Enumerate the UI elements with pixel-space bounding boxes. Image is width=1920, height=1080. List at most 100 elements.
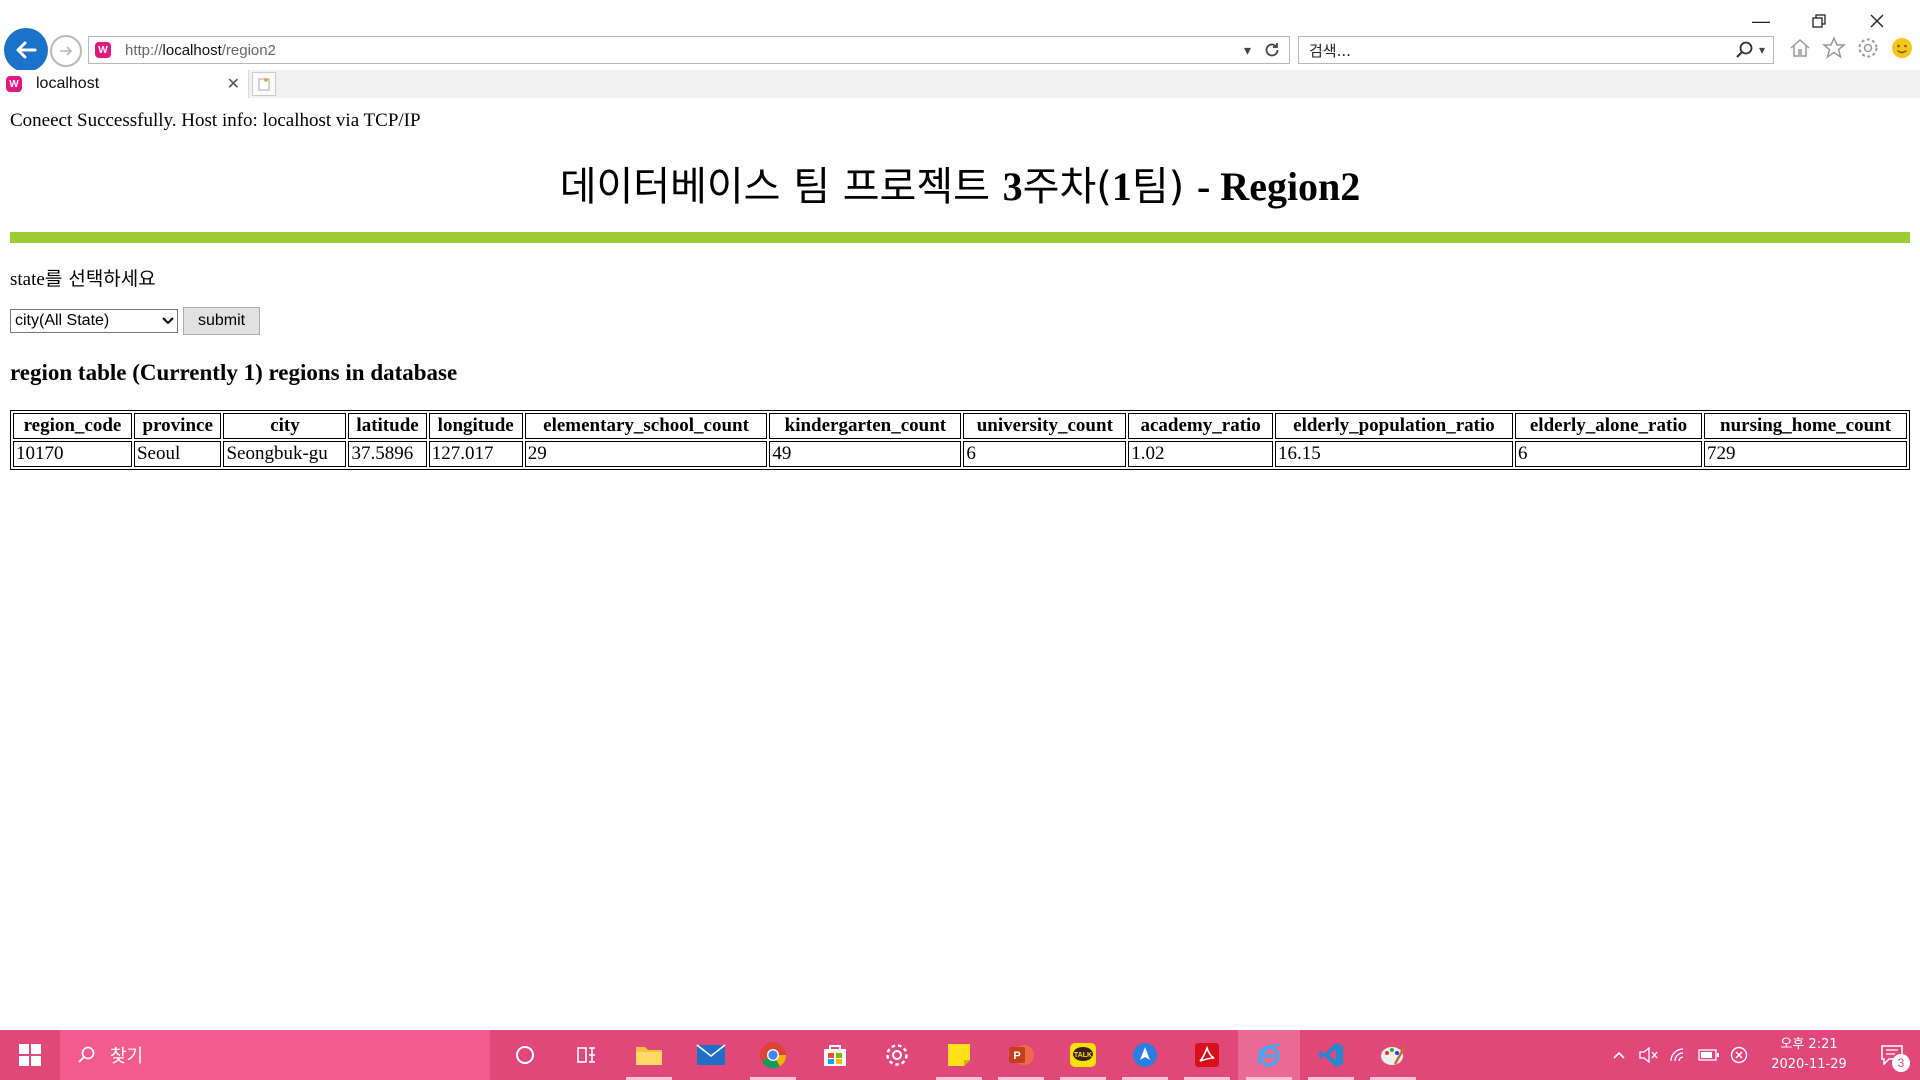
- new-tab-button[interactable]: [252, 72, 276, 96]
- taskbar-app-kakaotalk[interactable]: TALK: [1052, 1030, 1114, 1080]
- cell-kindergarten-count: 49: [769, 441, 962, 467]
- new-tab-icon: [258, 78, 270, 91]
- task-view-icon: [577, 1047, 595, 1063]
- toolbar-icons: [1788, 36, 1914, 60]
- taskbar-app-file-explorer[interactable]: [618, 1030, 680, 1080]
- browser-chrome: — W http://localhost/region2 ▾ 검색... ▾ W…: [0, 0, 1920, 98]
- column-header-nursing-home-count: nursing_home_count: [1704, 413, 1907, 439]
- cell-city: Seongbuk-gu: [223, 441, 347, 467]
- table-header-row: region_code province city latitude longi…: [13, 413, 1907, 439]
- notification-count-badge: 3: [1892, 1054, 1910, 1072]
- back-button[interactable]: [4, 28, 48, 72]
- tab-strip: W localhost ✕: [0, 70, 1920, 98]
- taskbar-apps: P TALK: [494, 1030, 1424, 1080]
- action-center-button[interactable]: 3: [1864, 1030, 1920, 1080]
- favorites-star-icon[interactable]: [1822, 36, 1846, 60]
- start-button[interactable]: [0, 1030, 60, 1080]
- home-icon[interactable]: [1788, 36, 1812, 60]
- wifi-icon[interactable]: [1664, 1047, 1694, 1063]
- url-host: localhost: [162, 41, 222, 59]
- cell-elderly-population-ratio: 16.15: [1275, 441, 1513, 467]
- dropdown-arrow-icon[interactable]: ▾: [1244, 42, 1251, 59]
- cell-elementary-school-count: 29: [524, 441, 768, 467]
- gear-icon[interactable]: [1856, 36, 1880, 60]
- store-bag-icon: [824, 1045, 846, 1066]
- taskbar-app-sticky-notes[interactable]: [928, 1030, 990, 1080]
- mail-icon: [696, 1044, 726, 1065]
- column-header-region-code: region_code: [13, 413, 132, 439]
- smiley-feedback-icon[interactable]: [1890, 36, 1914, 60]
- column-header-elderly-alone-ratio: elderly_alone_ratio: [1514, 413, 1703, 439]
- title-korean-part2: 주차(: [1022, 164, 1112, 210]
- refresh-icon[interactable]: [1263, 41, 1281, 59]
- forward-button[interactable]: [50, 35, 82, 67]
- navigation-arrow-icon: [1133, 1043, 1157, 1067]
- taskbar: 찾기 P TALK 오후 2:21 2020-11-29 3: [0, 1030, 1920, 1080]
- green-divider: [10, 232, 1910, 243]
- column-header-elderly-population-ratio: elderly_population_ratio: [1275, 413, 1513, 439]
- taskbar-app-settings[interactable]: [866, 1030, 928, 1080]
- url-text[interactable]: http://localhost/region2: [125, 42, 1244, 59]
- table-heading: region table (Currently 1) regions in da…: [10, 360, 458, 385]
- taskbar-app-chrome[interactable]: [742, 1030, 804, 1080]
- tab-localhost[interactable]: W localhost ✕: [0, 70, 249, 98]
- column-header-elementary-school-count: elementary_school_count: [524, 413, 768, 439]
- state-select-label: state를 선택하세요: [10, 264, 156, 291]
- minimize-icon[interactable]: —: [1732, 6, 1790, 36]
- restore-icon[interactable]: [1790, 6, 1848, 36]
- sticky-note-icon: [948, 1044, 970, 1066]
- taskbar-clock[interactable]: 오후 2:21 2020-11-29: [1754, 1035, 1864, 1075]
- taskbar-app-paint[interactable]: [1362, 1030, 1424, 1080]
- cortana-button[interactable]: [494, 1030, 556, 1080]
- cell-university-count: 6: [963, 441, 1127, 467]
- task-view-button[interactable]: [556, 1030, 618, 1080]
- volume-muted-icon[interactable]: [1634, 1047, 1664, 1063]
- address-bar[interactable]: W http://localhost/region2 ▾: [88, 36, 1290, 64]
- search-dropdown-icon[interactable]: ▾: [1759, 43, 1765, 57]
- title-region-part: - Region2: [1196, 164, 1361, 209]
- window-controls: —: [1732, 6, 1906, 36]
- tab-favicon-icon: W: [6, 76, 22, 92]
- cortana-circle-icon: [516, 1046, 534, 1064]
- submit-button[interactable]: submit: [183, 307, 260, 335]
- taskbar-app-blue-arrow[interactable]: [1114, 1030, 1176, 1080]
- search-icon[interactable]: [1735, 40, 1755, 60]
- taskbar-app-internet-explorer[interactable]: [1238, 1030, 1300, 1080]
- clock-time: 오후 2:21: [1780, 1037, 1838, 1052]
- title-team-number: 1: [1111, 164, 1132, 209]
- taskbar-app-store[interactable]: [804, 1030, 866, 1080]
- svg-text:TALK: TALK: [1074, 1052, 1092, 1059]
- search-input[interactable]: 검색...: [1309, 40, 1735, 61]
- page-content: Coneect Successfully. Host info: localho…: [0, 98, 1920, 1030]
- title-week-number: 3: [1002, 164, 1023, 209]
- state-label-en: state: [10, 269, 45, 290]
- tray-chevron-up-icon[interactable]: [1604, 1050, 1634, 1060]
- title-korean-part: 데이터베이스 팀 프로젝트: [559, 164, 1003, 210]
- search-bar[interactable]: 검색... ▾: [1298, 36, 1774, 64]
- taskbar-app-mail[interactable]: [680, 1030, 742, 1080]
- state-label-ko: 를 선택하세요: [44, 268, 156, 290]
- clock-date: 2020-11-29: [1771, 1057, 1847, 1072]
- arrow-left-icon: [16, 41, 37, 59]
- battery-icon[interactable]: [1694, 1049, 1724, 1061]
- taskbar-app-powerpoint[interactable]: P: [990, 1030, 1052, 1080]
- taskbar-app-acrobat[interactable]: [1176, 1030, 1238, 1080]
- chrome-icon: [760, 1042, 787, 1069]
- url-path: /region2: [221, 41, 276, 59]
- cell-region-code: 10170: [13, 441, 132, 467]
- url-prefix: http://: [125, 41, 163, 59]
- close-window-icon[interactable]: [1848, 6, 1906, 36]
- tab-label: localhost: [36, 75, 100, 92]
- folder-icon: [636, 1047, 662, 1065]
- region-table: region_code province city latitude longi…: [10, 410, 1910, 470]
- settings-gear-icon: [886, 1044, 908, 1066]
- column-header-academy-ratio: academy_ratio: [1128, 413, 1274, 439]
- state-select[interactable]: city(All State): [10, 309, 178, 333]
- powerpoint-icon: P: [1009, 1045, 1034, 1065]
- taskbar-app-vscode[interactable]: [1300, 1030, 1362, 1080]
- taskbar-search[interactable]: 찾기: [60, 1030, 490, 1080]
- system-tray: 오후 2:21 2020-11-29 3: [1604, 1030, 1920, 1080]
- column-header-province: province: [133, 413, 222, 439]
- no-network-icon[interactable]: [1724, 1046, 1754, 1064]
- tab-close-icon[interactable]: ✕: [227, 74, 240, 94]
